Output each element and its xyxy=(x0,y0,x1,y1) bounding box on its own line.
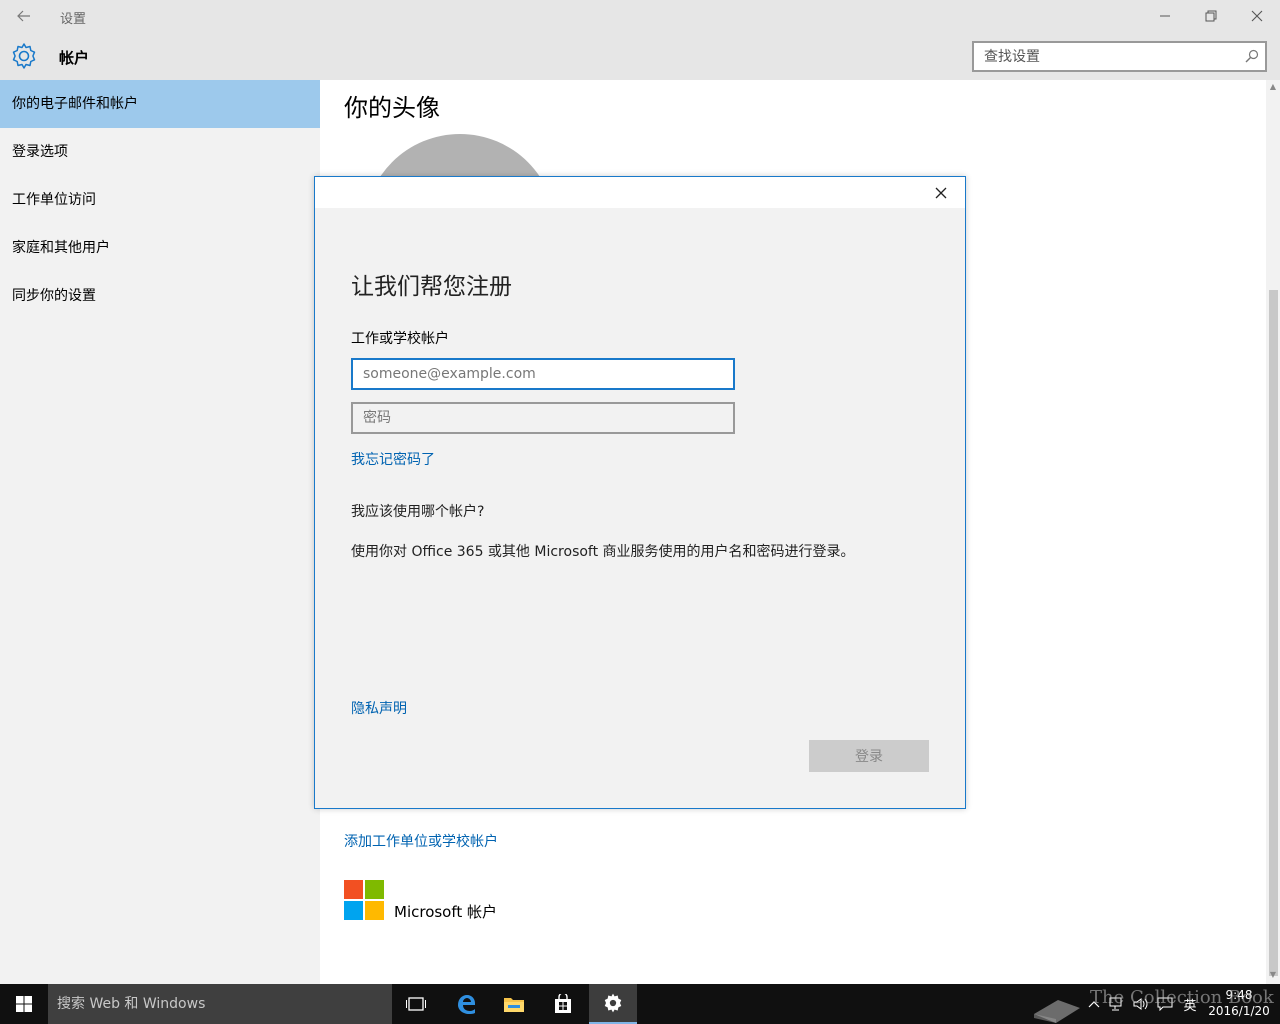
password-field[interactable] xyxy=(351,402,735,434)
action-center-icon xyxy=(1157,997,1173,1011)
window-title: 设置 xyxy=(60,12,87,27)
close-icon xyxy=(1251,10,1263,22)
sidebar: 你的电子邮件和帐户 登录选项 工作单位访问 家庭和其他用户 同步你的设置 xyxy=(0,80,320,984)
scroll-up-icon[interactable]: ▲ xyxy=(1268,82,1278,92)
sidebar-item-label: 登录选项 xyxy=(12,144,68,160)
back-button[interactable] xyxy=(10,4,38,28)
restore-button[interactable] xyxy=(1188,0,1234,32)
taskbar: 英 9:48 2016/1/20 xyxy=(0,984,1280,1024)
sidebar-item-label: 同步你的设置 xyxy=(12,288,96,304)
task-view-button[interactable] xyxy=(392,984,440,1024)
sign-in-button[interactable]: 登录 xyxy=(809,740,929,772)
scroll-down-icon[interactable]: ▼ xyxy=(1268,970,1278,980)
dialog-heading: 让我们帮您注册 xyxy=(351,274,512,300)
sidebar-item-email-accounts[interactable]: 你的电子邮件和帐户 xyxy=(0,80,320,128)
dialog-close-button[interactable] xyxy=(931,183,951,203)
volume-tray[interactable] xyxy=(1130,984,1152,1024)
which-account-heading: 我应该使用哪个帐户? xyxy=(351,504,485,520)
title-bar: 设置 xyxy=(0,0,1280,32)
sidebar-item-family-users[interactable]: 家庭和其他用户 xyxy=(0,224,320,272)
sidebar-item-label: 工作单位访问 xyxy=(12,192,96,208)
scrollbar[interactable]: ▲ ▼ xyxy=(1266,80,1280,984)
gear-icon xyxy=(604,993,622,1013)
search-icon[interactable] xyxy=(1245,49,1259,63)
sidebar-item-work-access[interactable]: 工作单位访问 xyxy=(0,176,320,224)
microsoft-account-label[interactable]: Microsoft 帐户 xyxy=(394,901,497,922)
which-account-description: 使用你对 Office 365 或其他 Microsoft 商业服务使用的用户名… xyxy=(351,544,855,560)
folder-icon xyxy=(504,998,524,1012)
forgot-password-link[interactable]: 我忘记密码了 xyxy=(351,449,435,469)
clock-time: 9:48 xyxy=(1225,988,1253,1002)
windows-logo-icon xyxy=(16,996,32,1012)
edge-button[interactable] xyxy=(442,984,490,1024)
store-bag-icon xyxy=(555,994,571,1013)
edge-browser-icon xyxy=(458,995,475,1014)
minimize-button[interactable] xyxy=(1142,0,1188,32)
minimize-icon xyxy=(1160,15,1170,17)
taskbar-clock[interactable]: 9:48 2016/1/20 xyxy=(1206,987,1272,1019)
page-title: 帐户 xyxy=(59,49,90,67)
store-button[interactable] xyxy=(539,984,587,1024)
close-icon xyxy=(935,187,947,199)
settings-taskbar-button[interactable] xyxy=(589,984,637,1024)
email-field[interactable] xyxy=(351,358,735,390)
privacy-statement-link[interactable]: 隐私声明 xyxy=(351,698,407,718)
sidebar-item-sign-in-options[interactable]: 登录选项 xyxy=(0,128,320,176)
close-button[interactable] xyxy=(1234,0,1280,32)
settings-search[interactable] xyxy=(972,41,1267,72)
chevron-up-icon xyxy=(1088,1001,1100,1008)
scroll-thumb[interactable] xyxy=(1269,290,1278,976)
taskbar-search[interactable] xyxy=(48,984,392,1024)
dialog-title-bar xyxy=(315,177,965,208)
password-input[interactable] xyxy=(363,404,733,432)
tray-chevron[interactable] xyxy=(1084,984,1104,1024)
microsoft-logo-icon xyxy=(344,880,384,920)
ime-indicator[interactable]: 英 xyxy=(1178,984,1202,1024)
settings-header: 帐户 xyxy=(0,32,1280,80)
notification-tray[interactable] xyxy=(1154,984,1176,1024)
network-tray[interactable] xyxy=(1106,984,1128,1024)
settings-search-input[interactable] xyxy=(984,43,1234,70)
clock-date: 2016/1/20 xyxy=(1208,1004,1270,1018)
sidebar-item-label: 你的电子邮件和帐户 xyxy=(12,96,138,112)
start-button[interactable] xyxy=(0,984,48,1024)
sidebar-item-sync-settings[interactable]: 同步你的设置 xyxy=(0,272,320,320)
network-icon xyxy=(1109,997,1122,1011)
sidebar-item-label: 家庭和其他用户 xyxy=(12,240,110,256)
restore-icon xyxy=(1205,10,1217,22)
sign-in-dialog: 让我们帮您注册 工作或学校帐户 我忘记密码了 我应该使用哪个帐户? 使用你对 O… xyxy=(314,176,966,809)
gear-icon xyxy=(12,43,36,69)
account-field-label: 工作或学校帐户 xyxy=(351,331,449,347)
volume-icon xyxy=(1133,998,1148,1010)
section-title: 你的头像 xyxy=(344,94,440,122)
file-explorer-button[interactable] xyxy=(490,984,538,1024)
back-arrow-icon xyxy=(17,10,30,22)
add-work-account-link[interactable]: 添加工作单位或学校帐户 xyxy=(344,831,498,851)
email-input[interactable] xyxy=(363,360,733,388)
task-view-icon xyxy=(406,997,426,1011)
taskbar-search-input[interactable] xyxy=(57,984,377,1024)
